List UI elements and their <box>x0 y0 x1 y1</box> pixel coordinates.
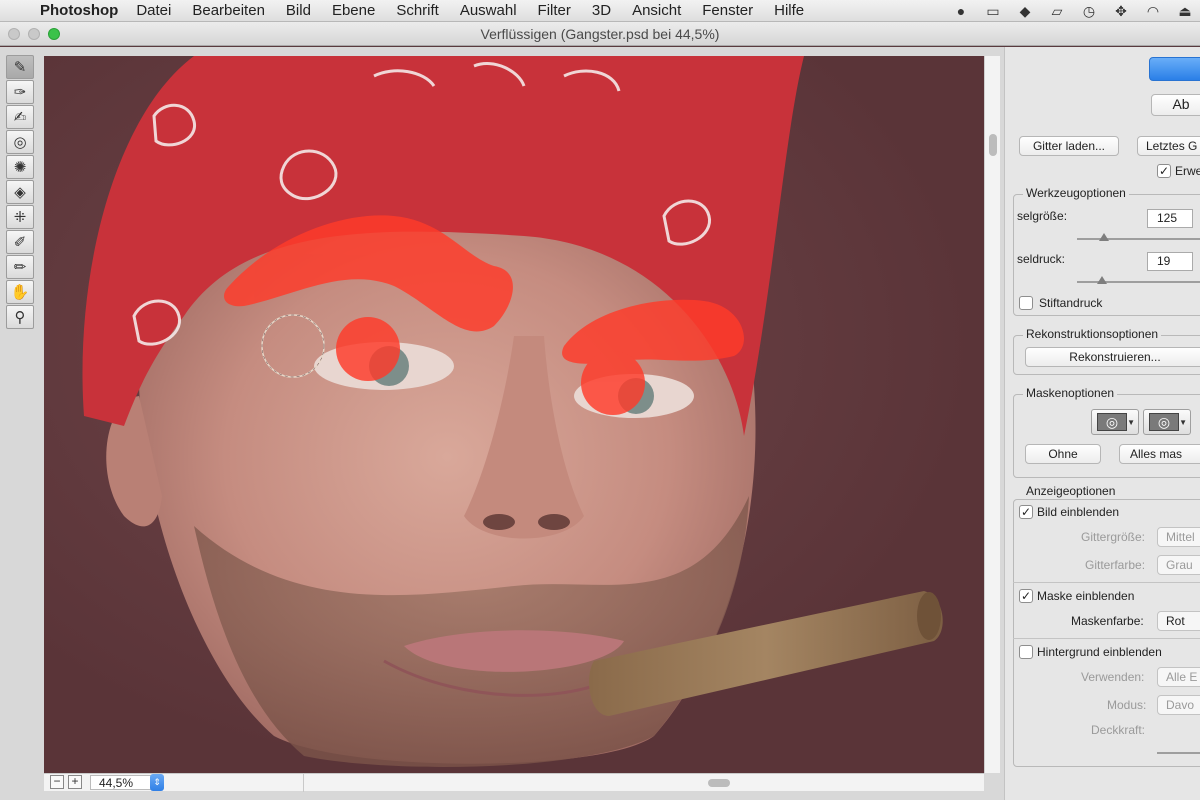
reconstruct-options-title: Rekonstruktionsoptionen <box>1023 327 1162 341</box>
brush-size-field[interactable]: 125 <box>1147 209 1193 228</box>
use-select[interactable]: Alle E <box>1157 667 1200 687</box>
load-mesh-button[interactable]: Gitter laden... <box>1019 136 1119 156</box>
menu-bar: Photoshop Datei Bearbeiten Bild Ebene Sc… <box>0 0 1200 22</box>
opacity-label: Deckkraft: <box>1091 723 1146 737</box>
brush-pressure-slider[interactable] <box>1077 276 1200 284</box>
spy-hat-icon[interactable]: ● <box>952 3 970 19</box>
mask-all-button[interactable]: Alles mas <box>1119 444 1200 464</box>
mesh-color-label: Gitterfarbe: <box>1085 558 1146 572</box>
push-left-icon[interactable]: ⁜ <box>6 205 34 229</box>
brush-size-label: selgröße: <box>1017 209 1068 223</box>
zoom-level-field[interactable]: 44,5% <box>90 775 156 790</box>
horizontal-scroll-thumb[interactable] <box>708 779 730 787</box>
status-icons: ● ▭ ◆ ▱ ◷ ✥ ◠ ⏏ <box>952 0 1194 22</box>
reconstruct-icon[interactable]: ✑ <box>6 80 34 104</box>
brush-pressure-knob[interactable] <box>1097 276 1107 284</box>
last-mesh-button[interactable]: Letztes G <box>1137 136 1200 156</box>
mask-none-button[interactable]: Ohne <box>1025 444 1101 464</box>
zoom-out-button[interactable]: − <box>50 775 64 789</box>
zoom-icon[interactable]: ⚲ <box>6 305 34 329</box>
mode-label: Modus: <box>1107 698 1147 712</box>
view-options-title: Anzeigeoptionen <box>1023 484 1119 498</box>
liquify-toolbar: ✎ ✑ ✍ ◎ ✺ ◈ ⁜ ✐ ✏ ✋ ⚲ <box>6 55 36 330</box>
advanced-mode-label: Erwe <box>1175 164 1200 178</box>
mask-replace-selector[interactable]: ◎ ▼ <box>1091 409 1139 435</box>
cancel-button[interactable]: Ab <box>1151 94 1200 116</box>
dropbox-icon[interactable]: ◆ <box>1016 3 1034 19</box>
dropdown-arrow-icon: ▼ <box>1179 418 1187 427</box>
move-icon[interactable]: ✥ <box>1112 3 1130 19</box>
menu-auswahl[interactable]: Auswahl <box>460 2 517 19</box>
mask-color-select[interactable]: Rot <box>1157 611 1200 631</box>
image-canvas[interactable] <box>44 56 984 773</box>
options-panel: Ab Gitter laden... Letztes G ✓ Erwe Werk… <box>1004 47 1200 800</box>
bottombar-divider <box>303 774 304 792</box>
hand-icon[interactable]: ✋ <box>6 280 34 304</box>
show-image-label: Bild einblenden <box>1037 505 1120 519</box>
stylus-pressure-label: Stiftandruck <box>1039 296 1103 310</box>
menu-app-name[interactable]: Photoshop <box>40 2 118 19</box>
menu-schrift[interactable]: Schrift <box>396 2 439 19</box>
window-titlebar: Verflüssigen (Gangster.psd bei 44,5%) <box>0 22 1200 46</box>
portrait-image <box>82 56 943 767</box>
forward-warp-icon[interactable]: ✎ <box>6 55 34 79</box>
dropdown-arrow-icon: ▼ <box>1127 418 1135 427</box>
menu-fenster[interactable]: Fenster <box>702 2 753 19</box>
zoom-bar: − + 44,5% ⇕ <box>44 773 984 792</box>
mode-select[interactable]: Davo <box>1157 695 1200 715</box>
thaw-mask-icon[interactable]: ✏ <box>6 255 34 279</box>
use-label: Verwenden: <box>1081 670 1145 684</box>
mesh-color-select[interactable]: Grau <box>1157 555 1200 575</box>
menu-hilfe[interactable]: Hilfe <box>774 2 804 19</box>
mesh-size-label: Gittergröße: <box>1081 530 1146 544</box>
freeze-mask-icon[interactable]: ✐ <box>6 230 34 254</box>
pucker-icon[interactable]: ✺ <box>6 155 34 179</box>
mask-options-group <box>1013 394 1200 478</box>
tool-options-title: Werkzeugoptionen <box>1023 186 1129 200</box>
vertical-scroll-thumb[interactable] <box>989 134 997 156</box>
stylus-pressure-checkbox[interactable] <box>1019 296 1033 310</box>
smooth-icon[interactable]: ✍ <box>6 105 34 129</box>
menu-ansicht[interactable]: Ansicht <box>632 2 681 19</box>
show-backdrop-checkbox[interactable] <box>1019 645 1033 659</box>
mask-replace-icon: ◎ <box>1097 413 1127 431</box>
show-backdrop-label: Hintergrund einblenden <box>1037 645 1162 659</box>
divider <box>1013 582 1200 583</box>
ok-button[interactable] <box>1149 57 1200 81</box>
bloat-icon[interactable]: ◈ <box>6 180 34 204</box>
brush-size-slider[interactable] <box>1077 233 1200 241</box>
zoom-in-button[interactable]: + <box>68 775 82 789</box>
menu-3d[interactable]: 3D <box>592 2 611 19</box>
mesh-size-select[interactable]: Mittel <box>1157 527 1200 547</box>
menu-ebene[interactable]: Ebene <box>332 2 375 19</box>
menu-filter[interactable]: Filter <box>538 2 571 19</box>
mask-options-title: Maskenoptionen <box>1023 386 1118 400</box>
show-mask-label: Maske einblenden <box>1037 589 1135 603</box>
vertical-scrollbar[interactable] <box>984 56 1000 773</box>
divider <box>1013 638 1200 639</box>
brush-size-knob[interactable] <box>1099 233 1109 241</box>
menu-bild[interactable]: Bild <box>286 2 311 19</box>
menu-bearbeiten[interactable]: Bearbeiten <box>192 2 265 19</box>
brush-pressure-label: seldruck: <box>1017 252 1066 266</box>
advanced-mode-checkbox[interactable]: ✓ <box>1157 164 1171 178</box>
mask-add-icon: ◎ <box>1149 413 1179 431</box>
liquify-dialog: ✎ ✑ ✍ ◎ ✺ ◈ ⁜ ✐ ✏ ✋ ⚲ − + 44,5% ⇕ Ab Git… <box>0 47 1200 800</box>
time-machine-icon[interactable]: ◷ <box>1080 3 1098 19</box>
eject-icon[interactable]: ⏏ <box>1176 3 1194 19</box>
mask-add-selector[interactable]: ◎ ▼ <box>1143 409 1191 435</box>
brush-pressure-field[interactable]: 19 <box>1147 252 1193 271</box>
show-mask-checkbox[interactable]: ✓ <box>1019 589 1033 603</box>
airplay-icon[interactable]: ▱ <box>1048 3 1066 19</box>
battery-icon[interactable]: ▭ <box>984 3 1002 19</box>
opacity-slider[interactable] <box>1157 752 1200 754</box>
zoom-stepper-icon[interactable]: ⇕ <box>150 774 164 791</box>
menu-datei[interactable]: Datei <box>136 2 171 19</box>
show-image-checkbox[interactable]: ✓ <box>1019 505 1033 519</box>
reconstruct-button[interactable]: Rekonstruieren... <box>1025 347 1200 367</box>
wifi-icon[interactable]: ◠ <box>1144 3 1162 19</box>
twirl-icon[interactable]: ◎ <box>6 130 34 154</box>
window-title: Verflüssigen (Gangster.psd bei 44,5%) <box>480 26 720 42</box>
mask-color-label: Maskenfarbe: <box>1071 614 1144 628</box>
